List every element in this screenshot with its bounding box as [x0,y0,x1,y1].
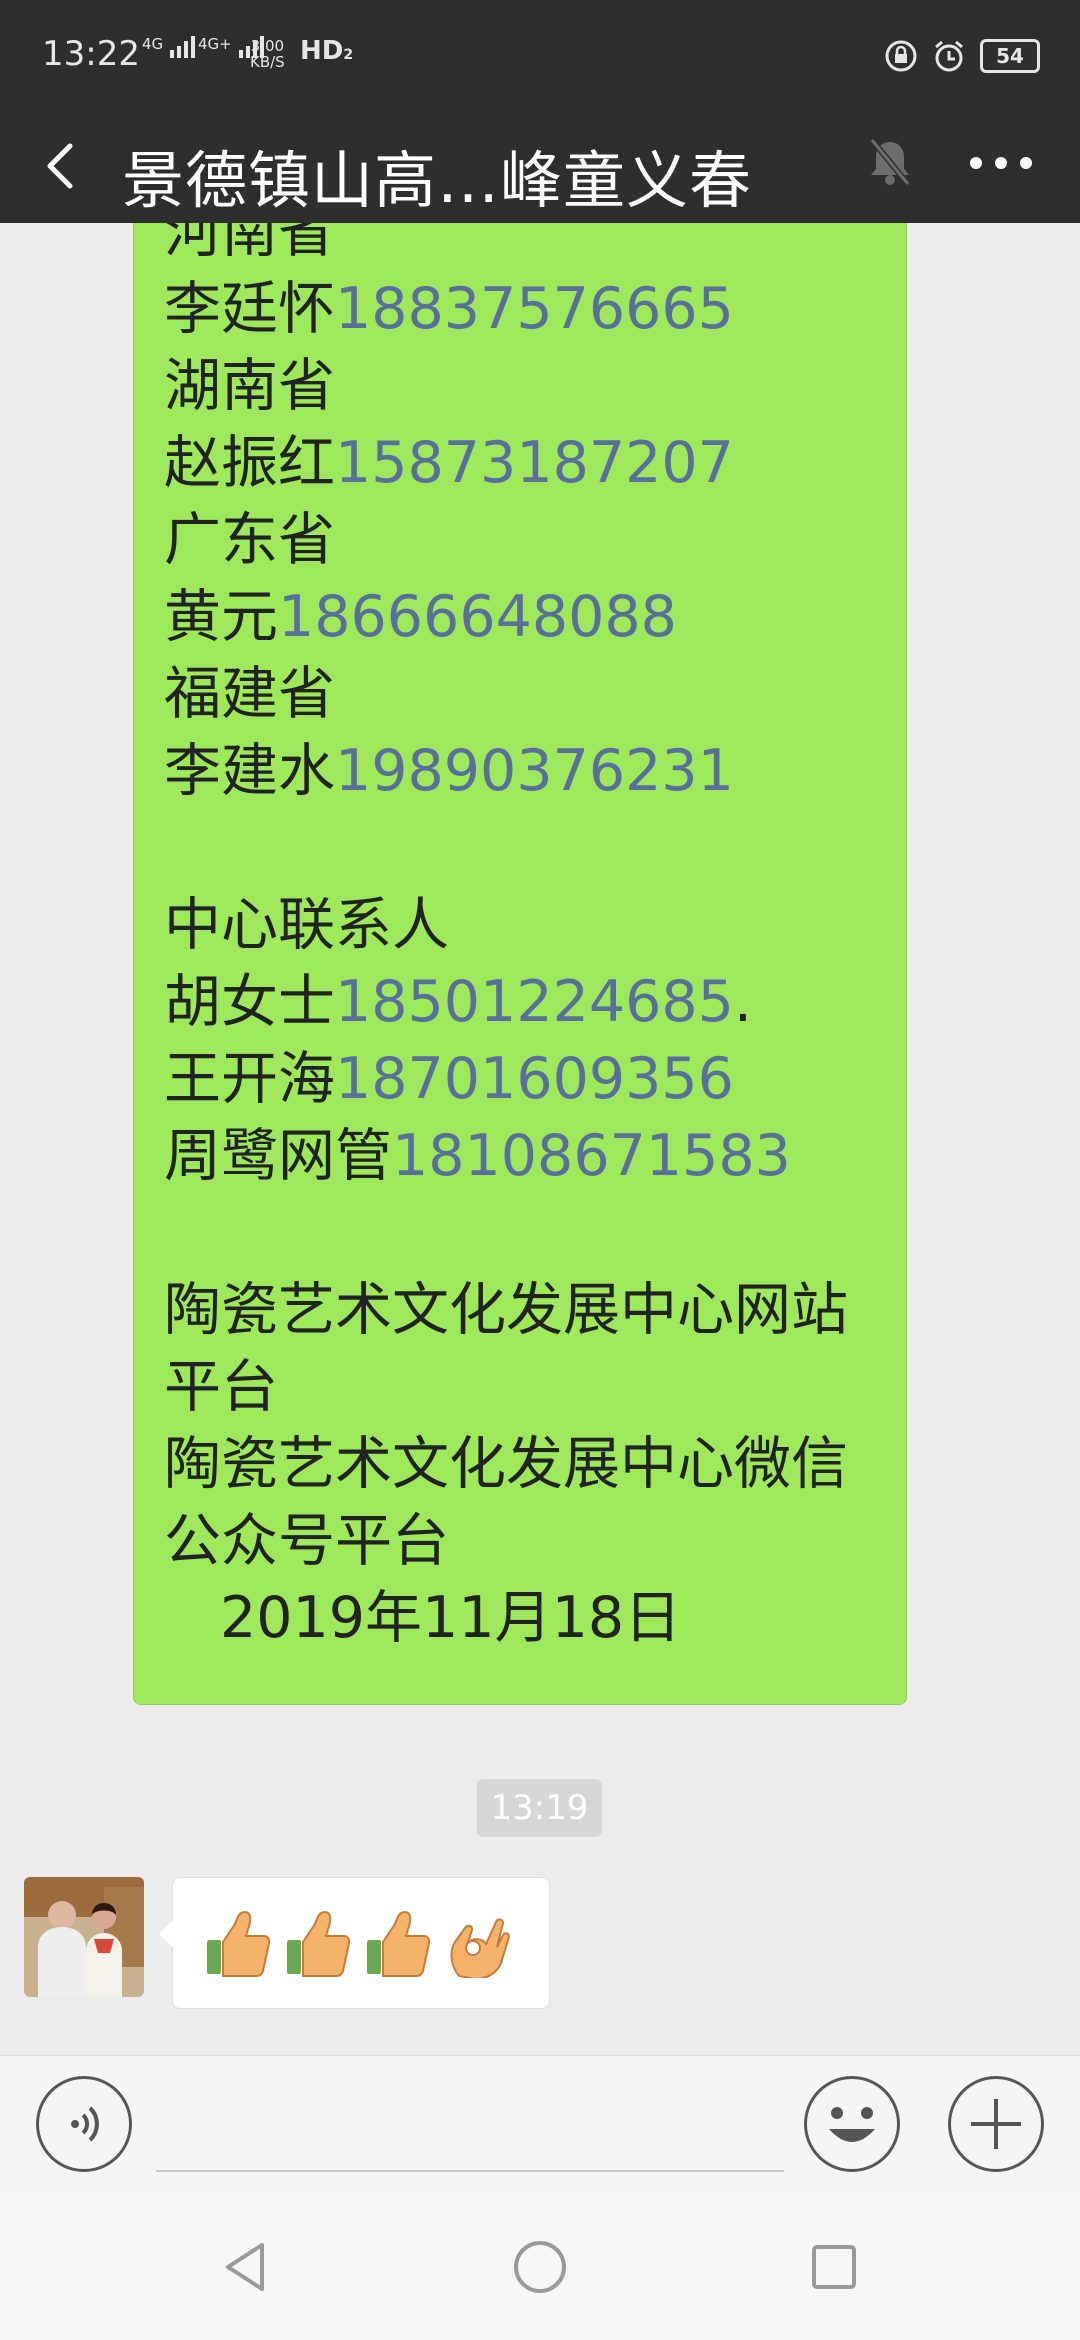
phone-link[interactable]: 18108671583 [392,1123,791,1189]
battery-indicator: 54 [980,39,1040,73]
phone-link[interactable]: 19890376231 [335,738,734,804]
message-line-text: 胡女士 [164,969,335,1035]
message-input[interactable] [156,2076,784,2172]
speed-unit: KB/S [250,53,285,71]
message-line-text: 中心联系人 [164,892,449,958]
plus-icon [971,2099,1021,2149]
message-line-text: 福建省 [164,661,335,727]
message-line: 胡女士18501224685. [164,964,894,1041]
chat-area[interactable]: 河南省 李廷怀18837576665 湖南省 赵振红15873187207 广东省 黄元1… [0,223,1080,2055]
message-line-text: 2019年11月18日 [220,1585,682,1651]
message-timestamp: 13:19 [477,1779,602,1837]
voice-button[interactable] [36,2076,132,2172]
avatar[interactable] [24,1877,144,1997]
sent-message-bubble[interactable]: 河南省 李廷怀18837576665 湖南省 赵振红15873187207 广东省 黄元1… [133,223,907,1705]
message-line: 黄元18666648088 [164,579,894,656]
emoji-button[interactable] [804,2076,900,2172]
title-bar: 景德镇山高…峰童义春 [0,110,1080,223]
signal-icon [169,36,195,58]
message-line: 陶瓷艺术文化发展中心微信 [164,1426,894,1503]
nav-home-icon[interactable] [512,2239,568,2295]
network-label-2: 4G+ [198,35,232,53]
top-bar: 13:22 4G 4G+ 3.00 KB/S HD2 54 景德镇山高…峰童义春 [0,0,1080,223]
message-line: 陶瓷艺术文化发展中心网站 [164,1272,894,1349]
message-line: 李廷怀18837576665 [164,271,894,348]
nav-back-icon[interactable] [218,2239,274,2295]
input-bar [0,2055,1080,2194]
message-line: 平台 [164,1349,894,1426]
message-line: 河南省 [164,223,894,271]
message-line-text: 王开海 [164,1046,335,1112]
message-line: 2019年11月18日 [164,1580,894,1657]
system-navigation-bar [0,2193,1080,2340]
message-line-text: 河南省 [164,223,335,265]
message-line: 赵振红15873187207 [164,425,894,502]
thumbs-up-icon [367,1910,431,1977]
received-message-bubble[interactable] [159,1877,550,2009]
nav-recents-icon[interactable] [806,2239,862,2295]
thumbs-up-icon [287,1910,351,1977]
ok-hand-icon [450,1918,511,1978]
phone-link[interactable]: 18501224685 [335,969,734,1035]
ellipsis-icon[interactable] [966,150,1036,176]
message-line-text: 赵振红 [164,430,335,496]
status-bar: 13:22 4G 4G+ 3.00 KB/S HD2 54 [0,0,1080,110]
voice-icon [71,2106,99,2142]
phone-link[interactable]: 18666648088 [278,584,677,650]
message-line: 公众号平台 [164,1503,894,1580]
message-line-text: 广东省 [164,507,335,573]
message-line-text: 李廷怀 [164,276,335,342]
avatar-image [24,1877,144,1997]
thumbs-up-icon [207,1910,271,1977]
message-line: 广东省 [164,502,894,579]
phone-link[interactable]: 18837576665 [335,276,734,342]
chevron-left-icon[interactable] [36,132,88,200]
message-line: 中心联系人 [164,887,894,964]
message-line [164,1195,894,1272]
plus-button[interactable] [948,2076,1044,2172]
bell-muted-icon [869,138,911,186]
message-line [164,810,894,887]
message-line: 李建水19890376231 [164,733,894,810]
message-line: 周鹭网管18108671583 [164,1118,894,1195]
status-right-icons: 54 [884,38,1040,74]
message-line-text: 公众号平台 [164,1508,449,1574]
hd-sub: 2 [343,47,354,63]
message-line: 湖南省 [164,348,894,425]
message-line-suffix: . [733,969,753,1035]
message-line-text: 陶瓷艺术文化发展中心微信 [164,1431,848,1497]
message-line: 福建省 [164,656,894,733]
network-label-1: 4G [142,35,164,53]
phone-link[interactable]: 15873187207 [335,430,734,496]
network-indicator-1: 4G [142,36,196,58]
message-line-text: 周鹭网管 [164,1123,392,1189]
hd-label: HD [300,36,344,66]
lock-rotation-icon [885,40,917,72]
message-line-text: 李建水 [164,738,335,804]
message-line-text: 陶瓷艺术文化发展中心网站 [164,1277,848,1343]
message-line-text: 平台 [164,1354,278,1420]
emoji-row [205,1906,511,1978]
smiley-icon [829,2107,875,2142]
message-text: 河南省 李廷怀18837576665 湖南省 赵振红15873187207 广东省 黄元1… [164,223,894,1657]
message-line-text: 湖南省 [164,353,335,419]
hd-indicator: HD2 [300,36,353,66]
chat-title[interactable]: 景德镇山高…峰童义春 [122,130,752,220]
status-time: 13:22 [42,34,140,74]
phone-link[interactable]: 18701609356 [335,1046,734,1112]
network-speed: 3.00 KB/S [250,38,285,70]
alarm-icon [935,40,963,72]
message-line: 王开海18701609356 [164,1041,894,1118]
message-line-text: 黄元 [164,584,278,650]
